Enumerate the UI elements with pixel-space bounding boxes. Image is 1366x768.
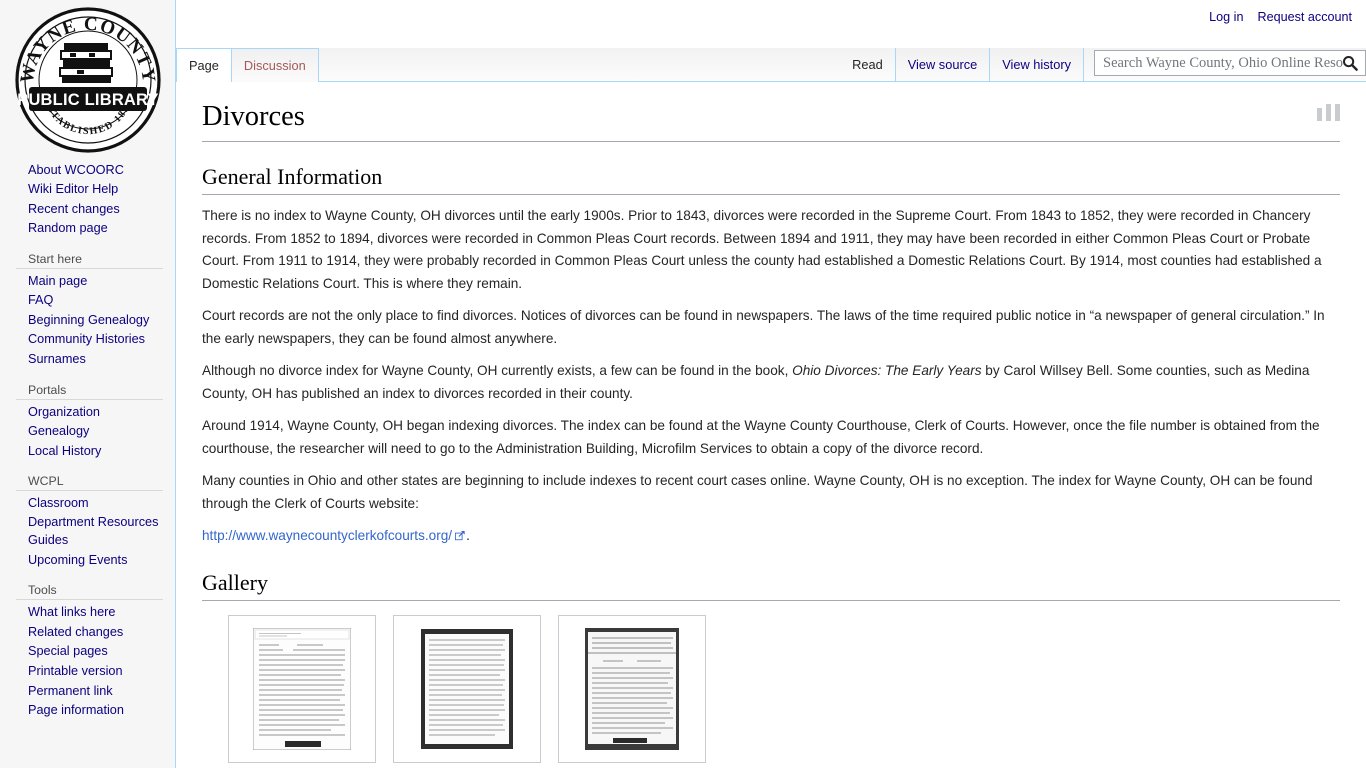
sidebar-portal-portals-items: Organization Genealogy Local History (0, 402, 175, 462)
sidebar-item-wiki-editor-help[interactable]: Wiki Editor Help (0, 180, 175, 199)
gallery-thumbnail-frame[interactable] (393, 614, 541, 763)
paragraph-2: Court records are not the only place to … (202, 308, 1325, 346)
sidebar: WAYNE COUNTY ESTABLISHED 1897 (0, 0, 176, 768)
document-scan-icon (253, 627, 351, 750)
gallery-item[interactable]: Mary divorces Jonathan Robi (228, 614, 383, 768)
search-input[interactable] (1101, 51, 1345, 75)
sidebar-item-random-page[interactable]: Random page (0, 219, 175, 238)
paragraph-4: Around 1914, Wayne County, OH began inde… (202, 418, 1320, 456)
sidebar-nav: About WCOORC Wiki Editor Help Recent cha… (0, 160, 175, 721)
paragraph-1: There is no index to Wayne County, OH di… (202, 208, 1322, 291)
gallery-thumbnail-frame[interactable] (228, 614, 376, 763)
sidebar-item-community-histories[interactable]: Community Histories (0, 330, 175, 350)
sidebar-heading-wcpl: WCPL (16, 474, 163, 492)
sidebar-item-about-wcoorc[interactable]: About WCOORC (0, 161, 175, 180)
paragraph-external-link: http://www.waynecountyclerkofcourts.org/… (202, 525, 1340, 548)
section-heading-general-information: General Information (202, 164, 1340, 196)
search-box[interactable] (1094, 50, 1366, 76)
log-in-link[interactable]: Log in (1209, 10, 1243, 24)
sidebar-item-department-resources[interactable]: Department Resources (0, 514, 175, 531)
svg-text:PUBLIC LIBRARY: PUBLIC LIBRARY (17, 91, 159, 109)
sidebar-item-faq[interactable]: FAQ (0, 291, 175, 311)
tab-view-source[interactable]: View source (894, 48, 991, 82)
tab-discussion[interactable]: Discussion (231, 48, 319, 82)
sidebar-item-page-information[interactable]: Page information (0, 701, 175, 721)
sidebar-portal-tools-items: What links here Related changes Special … (0, 602, 175, 721)
gallery-item[interactable]: Mary divorces Jonathan Robi (393, 614, 548, 768)
gallery-item[interactable]: Mary divorces Jonathan Robi (558, 614, 713, 768)
paragraph-3: Although no divorce index for Wayne Coun… (202, 360, 1340, 405)
page-title: Divorces (202, 98, 1340, 143)
sidebar-portal-general: About WCOORC Wiki Editor Help Recent cha… (0, 160, 175, 239)
sidebar-item-surnames[interactable]: Surnames (0, 350, 175, 370)
sidebar-item-organization[interactable]: Organization (0, 403, 175, 423)
wiki-page: Log in Request account WAYNE COUNTY ESTA… (0, 0, 1366, 768)
sidebar-portal-wcpl-items: Classroom Department Resources Guides Up… (0, 493, 175, 570)
sidebar-heading-tools: Tools (16, 583, 163, 601)
sidebar-portal-start-here: Start here Main page FAQ Beginning Genea… (0, 252, 175, 370)
sidebar-item-related-changes[interactable]: Related changes (0, 623, 175, 643)
external-link-trailing: . (466, 528, 470, 544)
document-scan-icon (421, 628, 513, 749)
gallery: Mary divorces Jonathan Robi (228, 614, 1340, 768)
sidebar-portal-portals: Portals Organization Genealogy Local His… (0, 383, 175, 462)
sidebar-item-what-links-here[interactable]: What links here (0, 603, 175, 623)
paragraph-5: Many counties in Ohio and other states a… (202, 473, 1313, 511)
sidebar-heading-start-here: Start here (16, 252, 163, 269)
sidebar-item-classroom[interactable]: Classroom (0, 494, 175, 514)
page-tools-bar-2 (1326, 104, 1331, 121)
sidebar-item-genealogy[interactable]: Genealogy (0, 422, 175, 442)
library-seal-icon: WAYNE COUNTY ESTABLISHED 1897 (15, 7, 161, 153)
site-logo[interactable]: WAYNE COUNTY ESTABLISHED 1897 (0, 0, 175, 160)
sidebar-item-permanent-link[interactable]: Permanent link (0, 682, 175, 702)
sidebar-item-special-pages[interactable]: Special pages (0, 642, 175, 662)
sidebar-item-local-history[interactable]: Local History (0, 442, 175, 462)
tab-read[interactable]: Read (840, 48, 895, 82)
sidebar-portal-tools: Tools What links here Related changes Sp… (0, 583, 175, 721)
section-heading-gallery: Gallery (202, 570, 1340, 601)
user-links: Log in Request account (1209, 10, 1352, 24)
view-tabs: Read View source View history (840, 48, 1366, 82)
page-tools-bar-1 (1317, 108, 1322, 121)
sidebar-item-guides[interactable]: Guides (0, 531, 175, 551)
title-row: Divorces (202, 98, 1340, 143)
clerk-of-courts-link[interactable]: http://www.waynecountyclerkofcourts.org/ (202, 528, 452, 543)
sidebar-item-upcoming-events[interactable]: Upcoming Events (0, 551, 175, 571)
external-link-icon (455, 531, 465, 541)
page-tools-bar-3 (1335, 104, 1340, 121)
sidebar-item-main-page[interactable]: Main page (0, 272, 175, 292)
sidebar-item-printable-version[interactable]: Printable version (0, 662, 175, 682)
document-scan-icon (585, 627, 679, 750)
search-icon[interactable] (1342, 55, 1358, 71)
page-tabs: Page Discussion Read View source View hi… (176, 40, 1366, 82)
request-account-link[interactable]: Request account (1257, 10, 1352, 24)
books-icon (59, 43, 113, 83)
sidebar-heading-portals: Portals (16, 383, 163, 400)
tab-page[interactable]: Page (176, 48, 232, 82)
sidebar-item-beginning-genealogy[interactable]: Beginning Genealogy (0, 311, 175, 331)
book-title: Ohio Divorces: The Early Years (792, 363, 982, 379)
namespace-tabs: Page Discussion (176, 40, 319, 82)
sidebar-portal-general-items: About WCOORC Wiki Editor Help Recent cha… (0, 160, 175, 239)
content-area: Divorces General Information There is no… (176, 82, 1366, 768)
sidebar-item-recent-changes[interactable]: Recent changes (0, 200, 175, 219)
gallery-thumbnail-frame[interactable] (558, 614, 706, 763)
sidebar-portal-wcpl: WCPL Classroom Department Resources Guid… (0, 474, 175, 570)
sidebar-portal-start-here-items: Main page FAQ Beginning Genealogy Commun… (0, 271, 175, 370)
paragraph-3-before: Although no divorce index for Wayne Coun… (202, 363, 793, 379)
tab-view-history[interactable]: View history (990, 48, 1084, 82)
page-tools-icon[interactable] (1317, 104, 1340, 121)
